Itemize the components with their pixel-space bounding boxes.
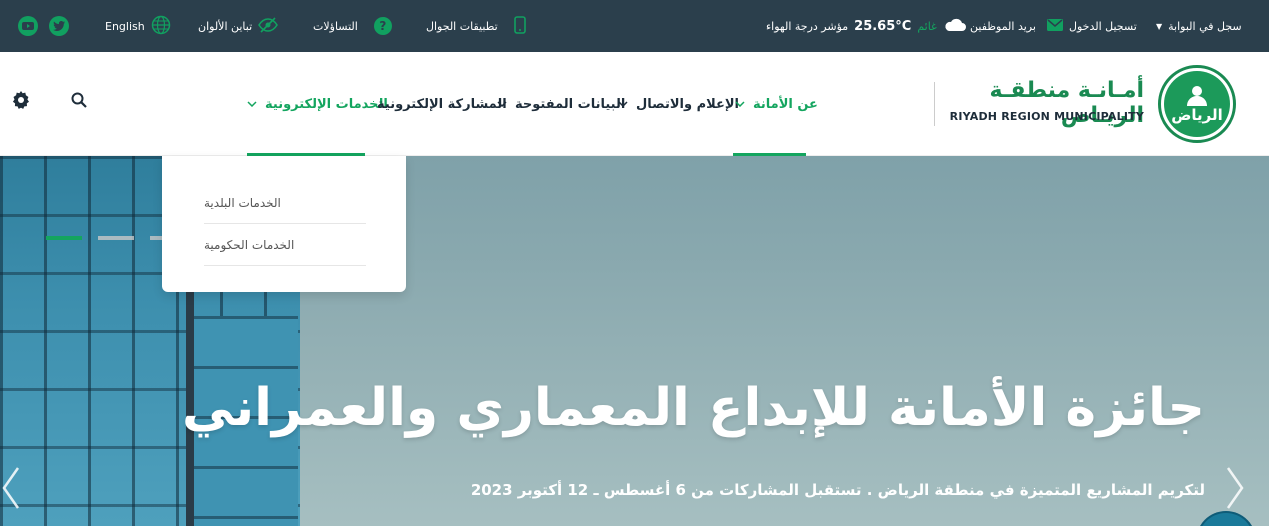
mobile-apps-label: تطبيقات الجوال bbox=[426, 19, 498, 33]
nav-label: الإعلام والاتصال bbox=[636, 96, 740, 112]
nav-label: عن الأمانة bbox=[753, 96, 818, 112]
slide-indicator[interactable] bbox=[98, 236, 134, 240]
nav-e-participation[interactable]: المشاركة الإلكترونية bbox=[377, 52, 507, 156]
nav-label: الخدمات الإلكترونية bbox=[265, 96, 388, 112]
emblem-text: الرياض bbox=[1171, 106, 1223, 124]
nav-label: البيانات المفتوحة bbox=[515, 96, 626, 112]
dropdown-item-label: الخدمات البلدية bbox=[204, 195, 281, 210]
caret-down-icon: ▼ bbox=[1156, 21, 1163, 31]
chat-assistant-button[interactable] bbox=[1196, 511, 1256, 526]
nav-label: المشاركة الإلكترونية bbox=[377, 96, 507, 112]
nav-open-data[interactable]: البيانات المفتوحة bbox=[497, 52, 625, 156]
slide-indicator[interactable] bbox=[150, 236, 162, 240]
twitter-link[interactable] bbox=[49, 0, 69, 52]
contrast-label: تباين الألوان bbox=[198, 19, 253, 33]
language-label: English bbox=[105, 19, 145, 33]
dropdown-item-government-services[interactable]: الخدمات الحكومية bbox=[204, 224, 366, 266]
hero-title: جائزة الأمانة للإبداع المعماري والعمراني bbox=[182, 378, 1205, 438]
chevron-right-icon bbox=[1226, 467, 1244, 509]
envelope-icon bbox=[1047, 18, 1063, 34]
emblem: الرياض bbox=[1164, 71, 1230, 137]
gear-icon bbox=[12, 91, 30, 113]
logo-divider bbox=[934, 82, 935, 126]
municipality-logo[interactable]: الرياض bbox=[1158, 65, 1236, 143]
youtube-link[interactable] bbox=[18, 0, 38, 52]
slider-next-button[interactable] bbox=[1226, 466, 1246, 510]
youtube-icon bbox=[18, 16, 38, 36]
electronic-services-dropdown: الخدمات البلدية الخدمات الحكومية bbox=[162, 156, 406, 292]
employee-mail-link[interactable]: بريد الموظفين bbox=[970, 0, 1036, 52]
nav-electronic-services[interactable]: الخدمات الإلكترونية bbox=[247, 52, 388, 156]
cloud-icon bbox=[943, 18, 967, 35]
search-button[interactable] bbox=[69, 92, 89, 112]
chevron-down-icon bbox=[618, 99, 628, 110]
eye-slash-icon bbox=[258, 16, 279, 36]
question-icon: ? bbox=[373, 17, 392, 35]
portal-register-label: سجل في البوابة bbox=[1168, 19, 1242, 33]
globe-icon bbox=[151, 15, 171, 38]
portal-register-dropdown[interactable]: ▼ سجل في البوابة bbox=[1156, 0, 1242, 52]
chevron-down-icon bbox=[735, 99, 745, 110]
main-header: الخدمات الإلكترونية المشاركة الإلكترونية… bbox=[0, 52, 1269, 156]
settings-button[interactable] bbox=[11, 91, 31, 113]
dropdown-item-label: الخدمات الحكومية bbox=[204, 237, 295, 252]
login-label: تسجيل الدخول bbox=[1069, 19, 1137, 33]
weather-temperature: 25.65°C bbox=[854, 18, 912, 34]
faq-link[interactable]: التساؤلات ? bbox=[313, 0, 392, 52]
slide-indicator-active[interactable] bbox=[46, 236, 82, 240]
weather-condition: غائم bbox=[917, 19, 937, 33]
nav-media-communication[interactable]: الإعلام والاتصال bbox=[618, 52, 739, 156]
top-bar: English تباين الألوان التساؤلات ? تطبيقا… bbox=[0, 0, 1269, 52]
chevron-down-icon bbox=[247, 99, 257, 110]
nav-about-municipality[interactable]: عن الأمانة bbox=[735, 52, 818, 156]
language-switch[interactable]: English bbox=[105, 0, 171, 52]
chevron-down-icon bbox=[497, 99, 507, 110]
faq-label: التساؤلات bbox=[313, 19, 358, 33]
search-icon bbox=[71, 92, 87, 112]
employee-mail-label: بريد الموظفين bbox=[970, 19, 1036, 33]
emblem-figure-icon bbox=[1187, 86, 1207, 106]
weather-widget: مؤشر درجة الهواء 25.65°C غائم bbox=[766, 0, 967, 52]
twitter-icon bbox=[49, 16, 69, 36]
logo-english-text: RIYADH REGION MUNICIPALITY bbox=[949, 110, 1144, 123]
contrast-toggle[interactable]: تباين الألوان bbox=[198, 0, 279, 52]
hero-subtitle: لتكريم المشاريع المتميزة في منطقة الرياض… bbox=[470, 481, 1205, 499]
chevron-left-icon bbox=[2, 467, 20, 509]
mobile-apps-link[interactable]: تطبيقات الجوال bbox=[426, 0, 526, 52]
mobile-phone-icon bbox=[513, 15, 526, 37]
slider-prev-button[interactable] bbox=[0, 466, 20, 510]
weather-index-label: مؤشر درجة الهواء bbox=[766, 19, 849, 33]
dropdown-item-municipal-services[interactable]: الخدمات البلدية bbox=[204, 182, 366, 224]
login-link[interactable]: تسجيل الدخول bbox=[1047, 0, 1137, 52]
